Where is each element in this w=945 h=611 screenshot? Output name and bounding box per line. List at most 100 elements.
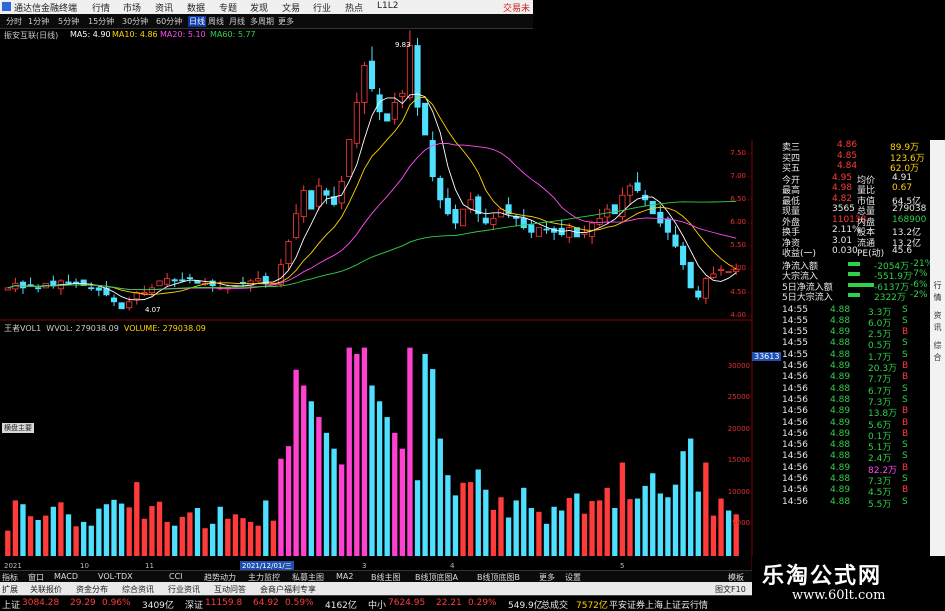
flow-bar [848, 293, 860, 297]
stat-value: 0.67 [892, 183, 913, 193]
bottom-tab[interactable]: 综合资讯 [122, 584, 154, 595]
bottom-tab[interactable]: 行业资讯 [168, 584, 200, 595]
volume-bar [73, 526, 79, 556]
bottom-tab[interactable]: 扩展 [2, 584, 18, 595]
volume-bar [513, 500, 519, 556]
volume-bar [414, 480, 421, 556]
volume-bar [179, 516, 185, 556]
volume-bar [270, 520, 277, 556]
volume-bar [35, 520, 41, 556]
candle-body [148, 287, 156, 293]
candle-body [566, 227, 573, 238]
volume-tick-label: 15000 [727, 456, 750, 465]
flow-percent: -6% [910, 279, 928, 290]
tick-time: 14:55 [782, 349, 808, 360]
volume-bar [50, 506, 56, 556]
volume-bar [612, 508, 618, 556]
volume-bar [308, 401, 314, 556]
candle-body [361, 65, 368, 103]
tick-side: B [902, 372, 909, 383]
volume-bar [65, 514, 72, 556]
candle-body [482, 217, 489, 224]
volume-bar [695, 491, 701, 556]
volume-bar [376, 401, 383, 556]
volume-bar [27, 516, 34, 556]
volume-bar [528, 508, 534, 556]
order-row-price: 4.86 [837, 140, 858, 150]
candle-body [626, 185, 634, 196]
index-value: 3084.28 [22, 598, 60, 608]
side-tab-4[interactable]: 讯 [932, 322, 943, 333]
tick-side: B [902, 417, 909, 428]
order-row-price: 4.85 [837, 150, 858, 161]
volume-bar [240, 518, 246, 556]
volume-bar [278, 458, 284, 556]
tick-side: S [902, 349, 908, 360]
candle-body [4, 287, 11, 291]
volume-bar [346, 347, 352, 556]
bottom-tab[interactable]: 关联报价 [30, 584, 62, 595]
volume-bar [172, 525, 178, 556]
candle-body [695, 290, 702, 298]
volume-bar [43, 515, 49, 556]
volume-bar [430, 369, 436, 556]
candle-body [528, 224, 535, 233]
candle-body [255, 278, 262, 282]
indicator-tab[interactable]: VOL-TDX [98, 572, 133, 581]
volume-bar [475, 469, 481, 556]
candle-body [634, 182, 641, 191]
f10-button[interactable]: 图文F10 [715, 584, 746, 595]
indicator-tab[interactable]: MA2 [336, 572, 353, 581]
price-tick-label: 4.50 [730, 287, 746, 296]
price-tick-label: 6.00 [730, 218, 746, 227]
volume-bar [680, 451, 686, 556]
bottom-tab[interactable]: 互动问答 [214, 584, 246, 595]
tick-side: S [902, 394, 908, 405]
index-change: 64.92 [253, 598, 279, 608]
volume-bar [20, 504, 26, 556]
indicator-tab[interactable]: CCI [169, 572, 183, 581]
tick-price: 4.88 [830, 383, 851, 394]
price-tick-label: 7.50 [730, 148, 746, 157]
volume-bar [672, 484, 679, 556]
candle-body [19, 281, 27, 289]
index-percent: 0.59% [285, 598, 314, 608]
tick-time: 14:56 [782, 394, 808, 405]
candle-body [118, 302, 125, 310]
candle-body [702, 278, 709, 299]
volume-bar [164, 521, 170, 556]
side-tab-3[interactable]: 资 [932, 310, 943, 321]
candle-body [50, 280, 57, 286]
trend-button[interactable]: 横盘主要 [2, 423, 34, 433]
volume-tick-label: 25000 [727, 393, 750, 402]
side-tab-5[interactable]: 综 [932, 340, 943, 351]
bottom-tab-bar: 扩展 关联报价 资金分布 综合资讯 行业资讯 互动问答 会商户福利专享 图文F10 [0, 582, 752, 595]
candle-body [399, 92, 406, 97]
volume-bar [149, 506, 155, 556]
volume-bar [460, 482, 466, 556]
stat-value: 0.030 [832, 246, 858, 256]
volume-bar [498, 497, 504, 556]
bottom-tab[interactable]: 资金分布 [76, 584, 108, 595]
watermark-url: www.60lt.com [792, 588, 886, 603]
index-name: 上证 [2, 601, 21, 611]
candle-body [687, 261, 694, 289]
volume-bar [5, 530, 11, 556]
side-tab-6[interactable]: 合 [932, 352, 943, 363]
tick-price: 4.89 [830, 361, 851, 371]
volume-bar [566, 497, 572, 556]
tick-side: B [902, 428, 909, 439]
bottom-tab[interactable]: 会商户福利专享 [260, 584, 316, 595]
tick-time: 14:56 [782, 372, 808, 383]
candle-body [323, 190, 330, 196]
volume-tick-label: 30000 [727, 361, 750, 370]
volume-bar [58, 502, 64, 556]
side-tab-1[interactable]: 行 [932, 280, 943, 291]
volume-bar [103, 504, 110, 556]
candle-body [422, 102, 429, 136]
stat-value: 4.95 [832, 172, 853, 183]
indicator-tab[interactable]: MACD [54, 572, 78, 581]
stat-value: 3.01 [832, 235, 853, 246]
side-tab-2[interactable]: 情 [932, 292, 943, 303]
volume-bar [634, 498, 641, 556]
